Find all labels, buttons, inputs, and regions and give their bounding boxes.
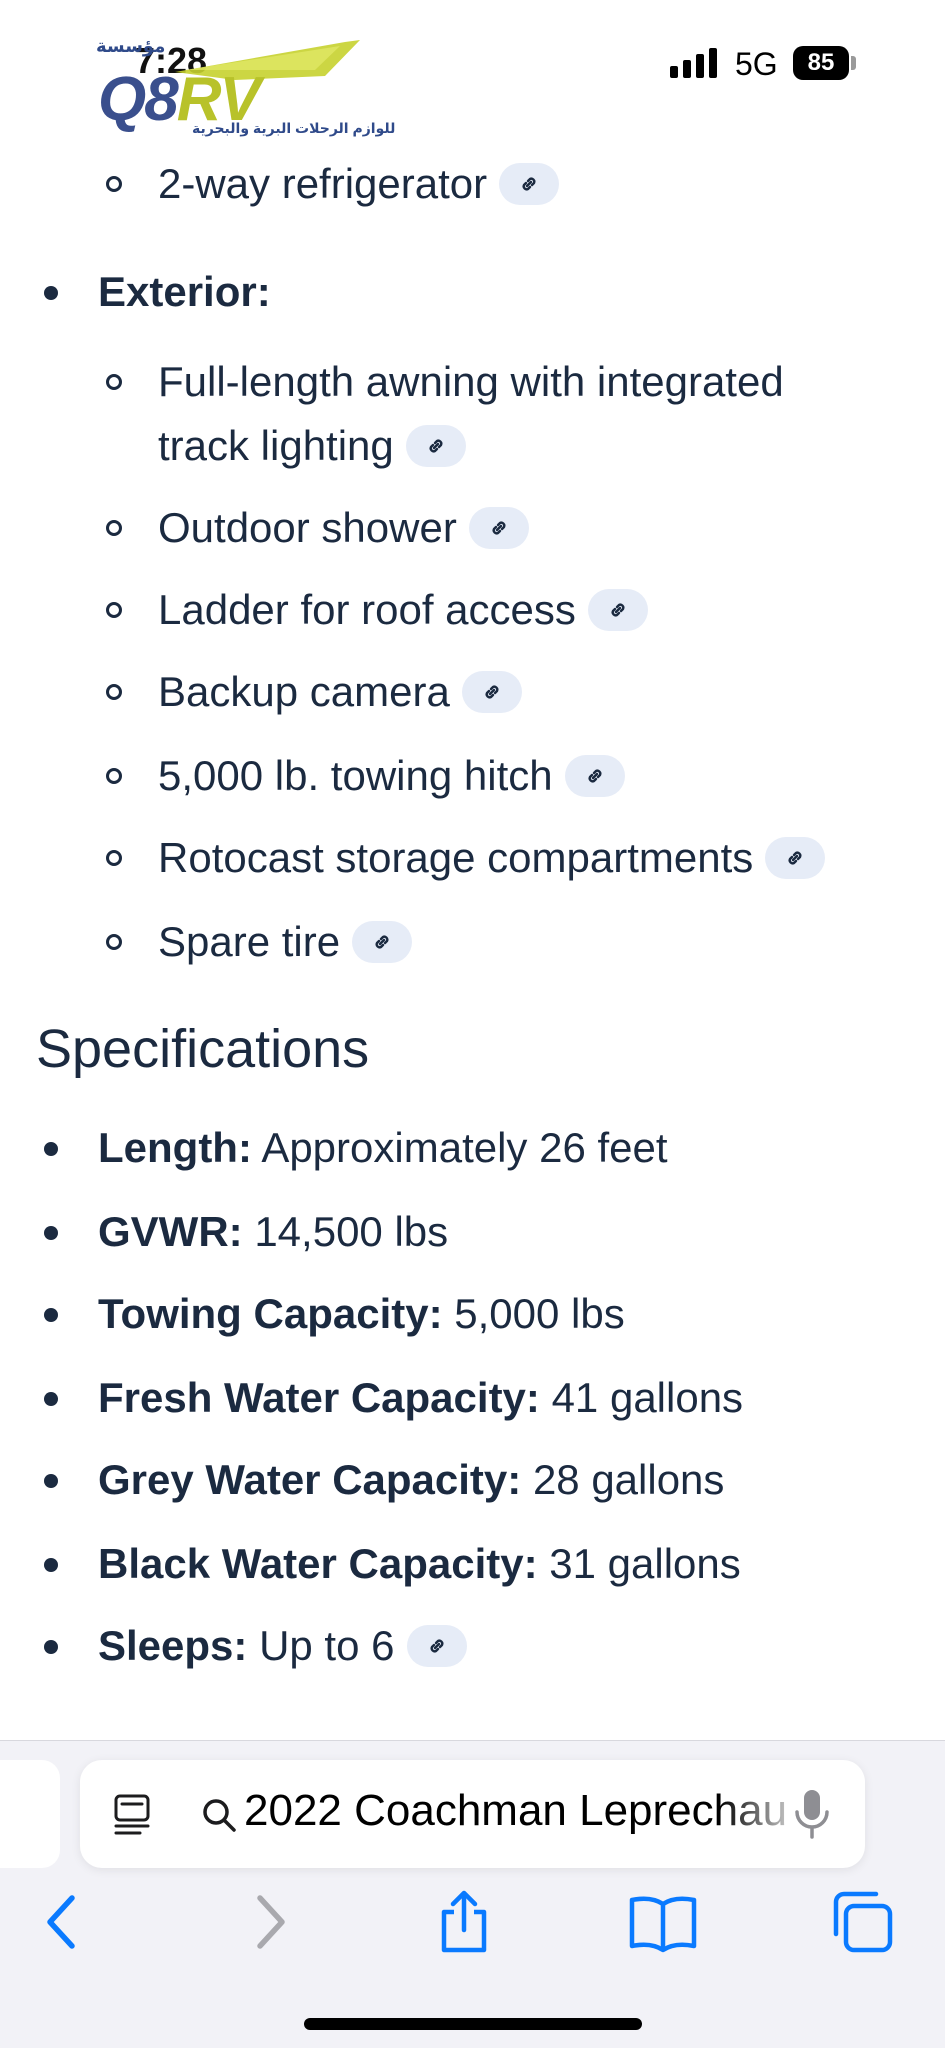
spec-label: Length:	[98, 1124, 252, 1171]
list-item: Full-length awning with integrated	[158, 350, 784, 414]
reader-icon[interactable]	[110, 1792, 154, 1836]
source-link-chip[interactable]	[587, 588, 648, 631]
link-icon	[611, 603, 625, 617]
link-icon	[375, 935, 389, 949]
spec-label: Fresh Water Capacity:	[98, 1374, 540, 1421]
sub-bullet	[106, 176, 122, 192]
link-icon	[492, 521, 506, 535]
link-icon	[588, 769, 602, 783]
list-bullet	[44, 1640, 58, 1654]
link-icon	[429, 439, 443, 453]
cellular-signal-icon	[670, 48, 717, 78]
logo-arabic-bottom: للوازم الرحلات البرية والبحرية	[192, 120, 396, 136]
sub-bullet	[106, 374, 122, 390]
link-icon	[485, 685, 499, 699]
mic-icon[interactable]	[792, 1788, 832, 1840]
spec-value: 41 gallons	[551, 1374, 744, 1421]
spec-item-sleeps: Sleeps: Up to 6	[98, 1614, 467, 1678]
logo-wordmark-q8: Q8	[98, 65, 179, 134]
forward-icon[interactable]	[250, 1890, 290, 1954]
spec-label: Towing Capacity:	[98, 1290, 443, 1337]
source-link-chip[interactable]	[765, 836, 826, 879]
source-link-chip[interactable]	[405, 424, 466, 467]
address-text[interactable]: 2022 Coachman Leprechaun	[244, 1786, 789, 1836]
list-bullet	[44, 1558, 58, 1572]
previous-tab-peek[interactable]	[0, 1760, 60, 1868]
list-item: Rotocast storage compartments	[158, 826, 826, 890]
spec-label: Sleeps:	[98, 1622, 248, 1669]
tabs-icon[interactable]	[830, 1890, 894, 1954]
address-bar[interactable]: 2022 Coachman Leprechaun	[80, 1760, 865, 1868]
list-item-text: Backup camera	[158, 668, 450, 715]
logo-arabic-top: مؤسسة	[96, 36, 166, 56]
list-bullet	[44, 1226, 58, 1240]
spec-item-grey-water: Grey Water Capacity: 28 gallons	[98, 1448, 724, 1512]
sub-bullet	[106, 602, 122, 618]
list-bullet	[44, 286, 58, 300]
home-indicator[interactable]	[304, 2018, 642, 2030]
list-item: Backup camera	[158, 660, 522, 724]
list-item-text: Outdoor shower	[158, 504, 457, 551]
list-item-text: Spare tire	[158, 918, 341, 965]
exterior-heading: Exterior:	[98, 268, 271, 315]
back-icon[interactable]	[42, 1890, 82, 1954]
list-bullet	[44, 1474, 58, 1488]
spec-label: Black Water Capacity:	[98, 1540, 538, 1587]
spec-item-fresh-water: Fresh Water Capacity: 41 gallons	[98, 1366, 743, 1430]
spec-value: 5,000 lbs	[454, 1290, 625, 1337]
link-icon	[430, 1639, 443, 1653]
battery-level: 85	[807, 49, 835, 76]
list-item-text: 2-way refrigerator	[158, 160, 488, 207]
link-icon	[788, 851, 802, 865]
search-icon	[203, 1799, 236, 1832]
spec-item-black-water: Black Water Capacity: 31 gallons	[98, 1532, 741, 1596]
source-link-chip[interactable]	[468, 506, 529, 549]
list-item-text: Rotocast storage compartments	[158, 834, 754, 881]
spec-item-length: Length: Approximately 26 feet	[98, 1116, 668, 1180]
source-link-chip[interactable]	[352, 920, 413, 963]
bookmarks-icon[interactable]	[628, 1890, 698, 1954]
source-link-chip[interactable]	[406, 1624, 467, 1667]
battery-icon: 85	[793, 46, 849, 80]
list-item-text: 5,000 lb. towing hitch	[158, 752, 553, 799]
spec-value: Up to 6	[259, 1622, 395, 1669]
spec-value: 14,500 lbs	[254, 1208, 449, 1255]
spec-label: Grey Water Capacity:	[98, 1456, 522, 1503]
spec-value: 28 gallons	[532, 1456, 725, 1503]
list-item-text: track lighting	[158, 422, 394, 469]
spec-item-gvwr: GVWR: 14,500 lbs	[98, 1200, 448, 1264]
list-item-text: Ladder for roof access	[158, 586, 576, 633]
list-item: 2-way refrigerator	[158, 152, 560, 216]
link-icon	[522, 177, 536, 191]
list-bullet	[44, 1392, 58, 1406]
spec-value: Approximately 26 feet	[261, 1124, 668, 1171]
source-link-chip[interactable]	[461, 670, 522, 713]
sub-bullet	[106, 768, 122, 784]
section-heading-specifications: Specifications	[36, 1019, 370, 1079]
spec-label: GVWR:	[98, 1208, 243, 1255]
sub-bullet	[106, 934, 122, 950]
list-item: 5,000 lb. towing hitch	[158, 744, 625, 808]
list-item: Ladder for roof access	[158, 578, 648, 642]
spec-item-towing-capacity: Towing Capacity: 5,000 lbs	[98, 1282, 625, 1346]
source-link-chip[interactable]	[499, 162, 560, 205]
list-item: Outdoor shower	[158, 496, 529, 560]
list-item-text: Full-length awning with integrated	[158, 358, 784, 405]
battery-cap-icon	[851, 56, 856, 70]
list-bullet	[44, 1308, 58, 1322]
source-link-chip[interactable]	[564, 754, 625, 797]
share-icon[interactable]	[436, 1890, 492, 1954]
sub-bullet	[106, 850, 122, 866]
sub-bullet	[106, 684, 122, 700]
list-item: track lighting	[158, 414, 466, 478]
spec-value: 31 gallons	[549, 1540, 741, 1587]
list-item: Spare tire	[158, 910, 413, 974]
list-bullet	[44, 1142, 58, 1156]
sub-bullet	[106, 520, 122, 536]
network-type: 5G	[735, 46, 778, 82]
